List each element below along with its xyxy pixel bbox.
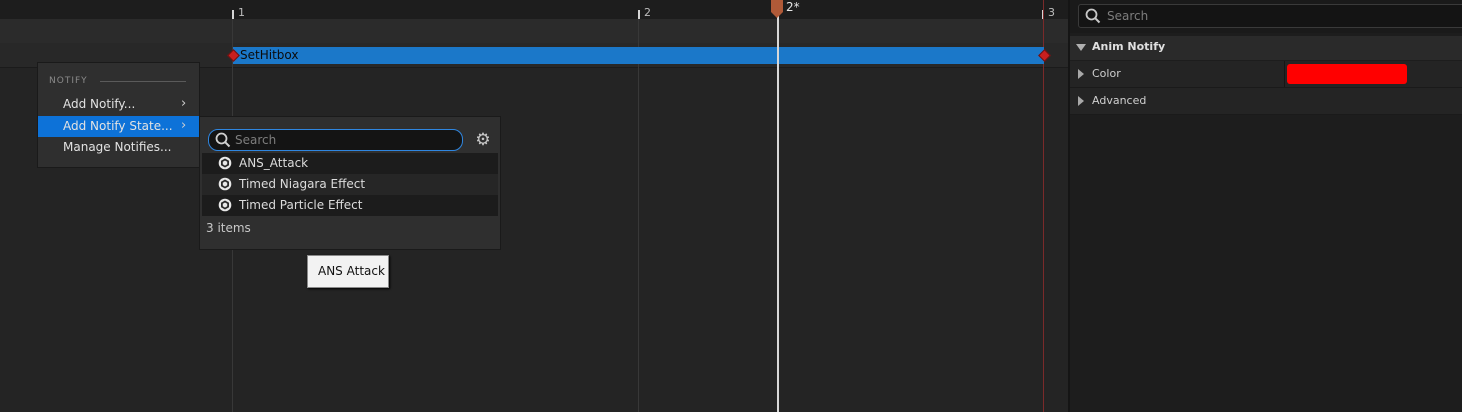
- details-search-bar: [1070, 0, 1462, 33]
- ruler-tick: [232, 10, 234, 19]
- notify-state-label: SetHitbox: [240, 48, 299, 62]
- playhead-handle[interactable]: [771, 0, 783, 12]
- ruler-tick-label-3: 3: [1048, 6, 1055, 19]
- blueprint-class-icon: [218, 156, 232, 170]
- caret-right-icon[interactable]: [1078, 96, 1084, 106]
- menu-item-label: Manage Notifies...: [63, 140, 172, 154]
- item-count-label: 3 items: [206, 221, 251, 235]
- notify-track-row[interactable]: [0, 19, 1068, 44]
- notify-state-bar[interactable]: [233, 47, 1044, 64]
- list-item-label: ANS_Attack: [239, 156, 309, 170]
- notify-state-submenu: ⚙ ANS_Attack Timed Niagara Effect Timed …: [199, 116, 501, 250]
- color-swatch[interactable]: [1287, 64, 1407, 84]
- menu-item-label: Add Notify State...: [63, 119, 173, 133]
- caret-right-icon[interactable]: [1078, 69, 1084, 79]
- list-item-ans-attack[interactable]: ANS_Attack: [202, 153, 498, 174]
- item-tooltip: ANS Attack: [307, 255, 389, 288]
- menu-item-manage-notifies[interactable]: Manage Notifies...: [38, 137, 199, 158]
- menu-item-add-notify-state[interactable]: Add Notify State... ›: [38, 116, 199, 137]
- menu-item-add-notify[interactable]: Add Notify... ›: [38, 94, 199, 115]
- menu-divider: [100, 81, 186, 82]
- ruler-tick-label-2: 2: [644, 6, 651, 19]
- blueprint-class-icon: [218, 198, 232, 212]
- caret-down-icon: [1076, 44, 1086, 51]
- ruler-tick: [638, 10, 640, 19]
- list-item-label: Timed Niagara Effect: [239, 177, 366, 191]
- notify-context-menu: NOTIFY Add Notify... › Add Notify State.…: [37, 62, 200, 168]
- list-item-label: Timed Particle Effect: [239, 198, 363, 212]
- list-item-timed-particle-effect[interactable]: Timed Particle Effect: [202, 195, 498, 216]
- property-row-advanced[interactable]: Advanced: [1070, 88, 1462, 115]
- playhead-frame-label: 2*: [786, 0, 800, 14]
- playhead-line[interactable]: [777, 12, 779, 412]
- list-item-timed-niagara-effect[interactable]: Timed Niagara Effect: [202, 174, 498, 195]
- submenu-search-box[interactable]: [208, 129, 463, 151]
- ruler-tick-label-1: 1: [238, 6, 245, 19]
- chevron-right-icon: ›: [181, 118, 187, 133]
- timeline-ruler[interactable]: 1 2 3: [0, 0, 1068, 19]
- search-icon: [1085, 8, 1101, 24]
- property-label: Color: [1092, 67, 1121, 80]
- tooltip-text: ANS Attack: [318, 264, 385, 278]
- blueprint-class-icon: [218, 177, 232, 191]
- property-label: Advanced: [1092, 94, 1147, 107]
- details-search-input[interactable]: [1107, 8, 1447, 24]
- submenu-search-input[interactable]: [235, 132, 455, 148]
- details-panel: Anim Notify Color Advanced: [1068, 0, 1462, 412]
- property-row-color[interactable]: Color: [1070, 61, 1462, 88]
- gear-icon[interactable]: ⚙: [472, 129, 494, 151]
- frame-gridline: [638, 19, 639, 412]
- details-search-box[interactable]: [1078, 4, 1462, 28]
- menu-item-label: Add Notify...: [63, 97, 136, 111]
- playhead-pointer: [771, 12, 783, 18]
- menu-section-heading: NOTIFY: [49, 76, 88, 86]
- chevron-right-icon: ›: [181, 96, 187, 111]
- search-icon: [215, 132, 231, 148]
- section-title: Anim Notify: [1092, 40, 1166, 53]
- section-header-anim-notify[interactable]: Anim Notify: [1070, 36, 1462, 60]
- property-splitter[interactable]: [1284, 61, 1285, 87]
